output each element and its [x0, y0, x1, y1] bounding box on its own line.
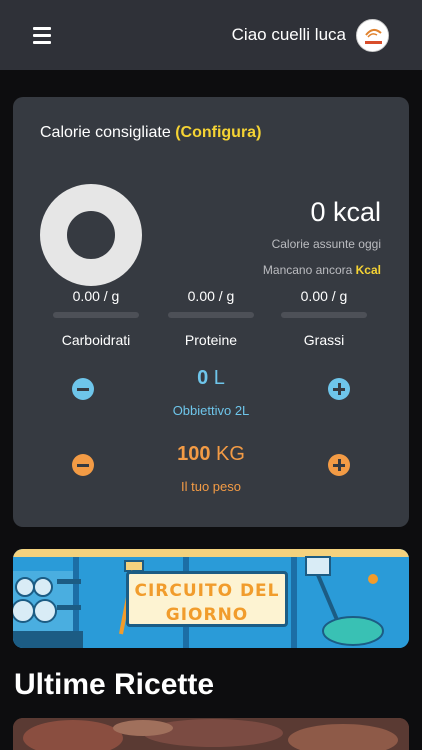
recipes-section-title: Ultime Ricette — [14, 668, 215, 701]
calories-card: Calorie consigliate (Configura) 0 kcal C… — [13, 97, 409, 527]
banner-title-line1: CIRCUITO DEL — [134, 581, 280, 601]
recipe-card[interactable] — [13, 718, 409, 750]
macro-progress-bar — [281, 312, 367, 318]
weight-label: Il tuo peso — [181, 479, 241, 494]
recipe-image — [13, 718, 409, 750]
macro-value: 0.00 / g — [72, 288, 120, 304]
macro-carbs: 0.00 / g Carboidrati — [51, 288, 141, 348]
user-avatar[interactable] — [356, 19, 389, 52]
macro-proteins: 0.00 / g Proteine — [166, 288, 256, 348]
remaining-kcal: Mancano ancora Kcal — [263, 263, 381, 277]
daily-circuit-banner[interactable]: CIRCUITO DEL GIORNO — [13, 549, 409, 648]
calorie-progress-ring — [40, 184, 142, 286]
top-app-bar: Ciao cuelli luca — [0, 0, 422, 70]
macro-progress-bar — [53, 312, 139, 318]
remaining-label: Mancano ancora — [262, 263, 353, 277]
macro-label: Carboidrati — [61, 332, 131, 348]
banner-title: CIRCUITO DEL GIORNO — [126, 571, 288, 627]
weight-plus-button[interactable] — [328, 454, 350, 476]
macro-label: Proteine — [184, 332, 238, 348]
kcal-caption: Calorie assunte oggi — [271, 237, 381, 251]
hamburger-menu-icon[interactable] — [33, 27, 51, 44]
calories-card-title: Calorie consigliate (Configura) — [40, 124, 261, 142]
calories-title-text: Calorie consigliate — [40, 124, 171, 141]
water-amount-value: 0 — [197, 367, 209, 389]
water-goal: Obbiettivo 2L — [172, 403, 250, 418]
weight-unit: KG — [216, 443, 245, 465]
macro-progress-bar — [168, 312, 254, 318]
macro-label: Grassi — [303, 332, 345, 348]
macro-fats: 0.00 / g Grassi — [279, 288, 369, 348]
kcal-value: 0 kcal — [310, 197, 381, 227]
water-unit: L — [213, 367, 225, 389]
macro-value: 0.00 / g — [187, 288, 235, 304]
greeting-text: Ciao cuelli luca — [231, 25, 346, 44]
water-plus-button[interactable] — [328, 378, 350, 400]
banner-title-line2: GIORNO — [165, 605, 249, 625]
remaining-unit: Kcal — [355, 263, 381, 277]
weight-amount-value: 100 — [177, 443, 211, 465]
macro-value: 0.00 / g — [300, 288, 348, 304]
configure-link[interactable]: (Configura) — [175, 124, 261, 141]
